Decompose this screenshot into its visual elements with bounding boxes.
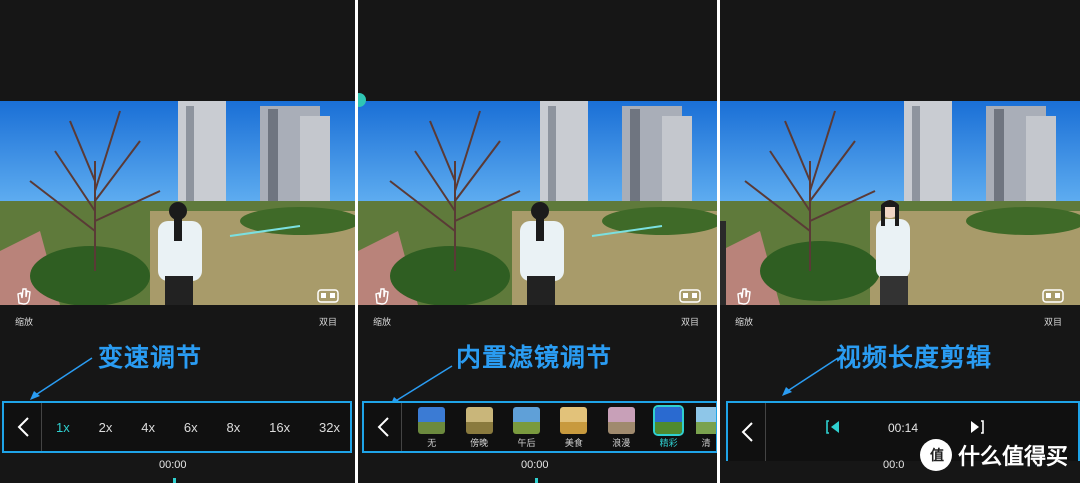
zoom-caption: 缩放 [15, 317, 34, 327]
playback-time: 00:00 [521, 459, 549, 471]
speed-option[interactable]: 32x [319, 420, 340, 435]
annotation-title: 变速调节 [98, 343, 203, 372]
binocular-caption: 双目 [1043, 317, 1062, 327]
zoom-caption: 缩放 [373, 317, 392, 327]
binocular-caption: 双目 [680, 317, 699, 327]
filter-label: 清 [701, 438, 711, 448]
filter-thumbnail [465, 407, 493, 434]
filter-thumbnail [418, 407, 446, 434]
pinch-gesture-icon[interactable] [372, 285, 394, 305]
zoom-caption: 缩放 [735, 317, 754, 327]
filter-label: 美食 [564, 438, 583, 448]
video-preview[interactable] [720, 101, 1080, 305]
playhead-marker[interactable] [535, 478, 538, 483]
chevron-left-icon [17, 417, 29, 437]
panel-filter: 缩放 双目 内置滤镜调节 无 傍晚 午后 美食 浪漫 精彩 清 00:00 [358, 0, 717, 483]
playhead-marker[interactable] [173, 478, 176, 483]
playback-time: 00:00 [159, 459, 187, 471]
panel-speed: 缩放 双目 变速调节 1x 2x 4x 6x 8x 16x 32x 00:00 [0, 0, 355, 483]
annotation-arrow [30, 357, 93, 400]
speed-option[interactable]: 4x [141, 420, 155, 435]
filter-label: 傍晚 [470, 438, 489, 448]
annotation-arrow [782, 357, 839, 396]
filter-label: 无 [427, 438, 437, 448]
filter-option[interactable]: 无 [412, 407, 451, 451]
chevron-left-icon [741, 422, 753, 442]
trim-end-icon[interactable] [968, 419, 984, 435]
annotation-title: 内置滤镜调节 [456, 343, 613, 372]
vr-goggles-icon[interactable] [317, 289, 339, 303]
speed-options: 1x 2x 4x 6x 8x 16x 32x [48, 403, 346, 451]
speed-option[interactable]: 1x [56, 420, 70, 435]
chevron-left-icon [377, 417, 389, 437]
filter-option[interactable]: 浪漫 [602, 407, 641, 451]
back-button[interactable] [364, 403, 402, 451]
filter-option[interactable]: 午后 [507, 407, 546, 451]
filter-option[interactable]: 傍晚 [459, 407, 498, 451]
filter-option[interactable]: 清 [696, 407, 717, 451]
watermark-text: 什么值得买 [957, 445, 1068, 470]
filter-option[interactable]: 美食 [554, 407, 593, 451]
pinch-gesture-icon[interactable] [734, 285, 756, 305]
speed-option[interactable]: 8x [227, 420, 241, 435]
filter-thumbnail [560, 407, 588, 434]
annotation-title: 视频长度剪辑 [836, 343, 993, 372]
panel-trim: 缩放 双目 视频长度剪辑 00:14 00:0 值 什么值得买 [720, 0, 1080, 483]
filter-thumbnail [696, 407, 717, 434]
video-preview[interactable] [0, 101, 355, 305]
svg-text:值: 值 [930, 447, 944, 464]
filter-option[interactable]: 精彩 [649, 405, 688, 451]
vr-goggles-icon[interactable] [679, 289, 701, 303]
filter-options: 无 傍晚 午后 美食 浪漫 精彩 清 [408, 405, 717, 451]
binocular-caption: 双目 [318, 317, 337, 327]
smzdm-logo-icon: 值 [919, 439, 952, 471]
trim-start-icon[interactable] [826, 419, 842, 435]
filter-label: 浪漫 [612, 438, 631, 448]
filter-thumbnail [653, 405, 685, 436]
filter-toolbar: 无 傍晚 午后 美食 浪漫 精彩 清 [362, 401, 717, 453]
video-preview[interactable] [358, 101, 717, 305]
back-button[interactable] [4, 403, 42, 451]
watermark: 值 什么值得买 [919, 439, 1068, 471]
speed-option[interactable]: 2x [99, 420, 113, 435]
speed-toolbar: 1x 2x 4x 6x 8x 16x 32x [2, 401, 352, 453]
filter-thumbnail [607, 407, 635, 434]
filter-label: 午后 [517, 438, 536, 448]
vr-goggles-icon[interactable] [1042, 289, 1064, 303]
trim-duration: 00:14 [888, 421, 919, 435]
speed-option[interactable]: 6x [184, 420, 198, 435]
back-button[interactable] [728, 403, 766, 461]
pinch-gesture-icon[interactable] [14, 285, 36, 305]
playback-time: 00:0 [883, 459, 905, 471]
filter-label: 精彩 [659, 438, 678, 448]
filter-thumbnail [512, 407, 540, 434]
speed-option[interactable]: 16x [269, 420, 290, 435]
